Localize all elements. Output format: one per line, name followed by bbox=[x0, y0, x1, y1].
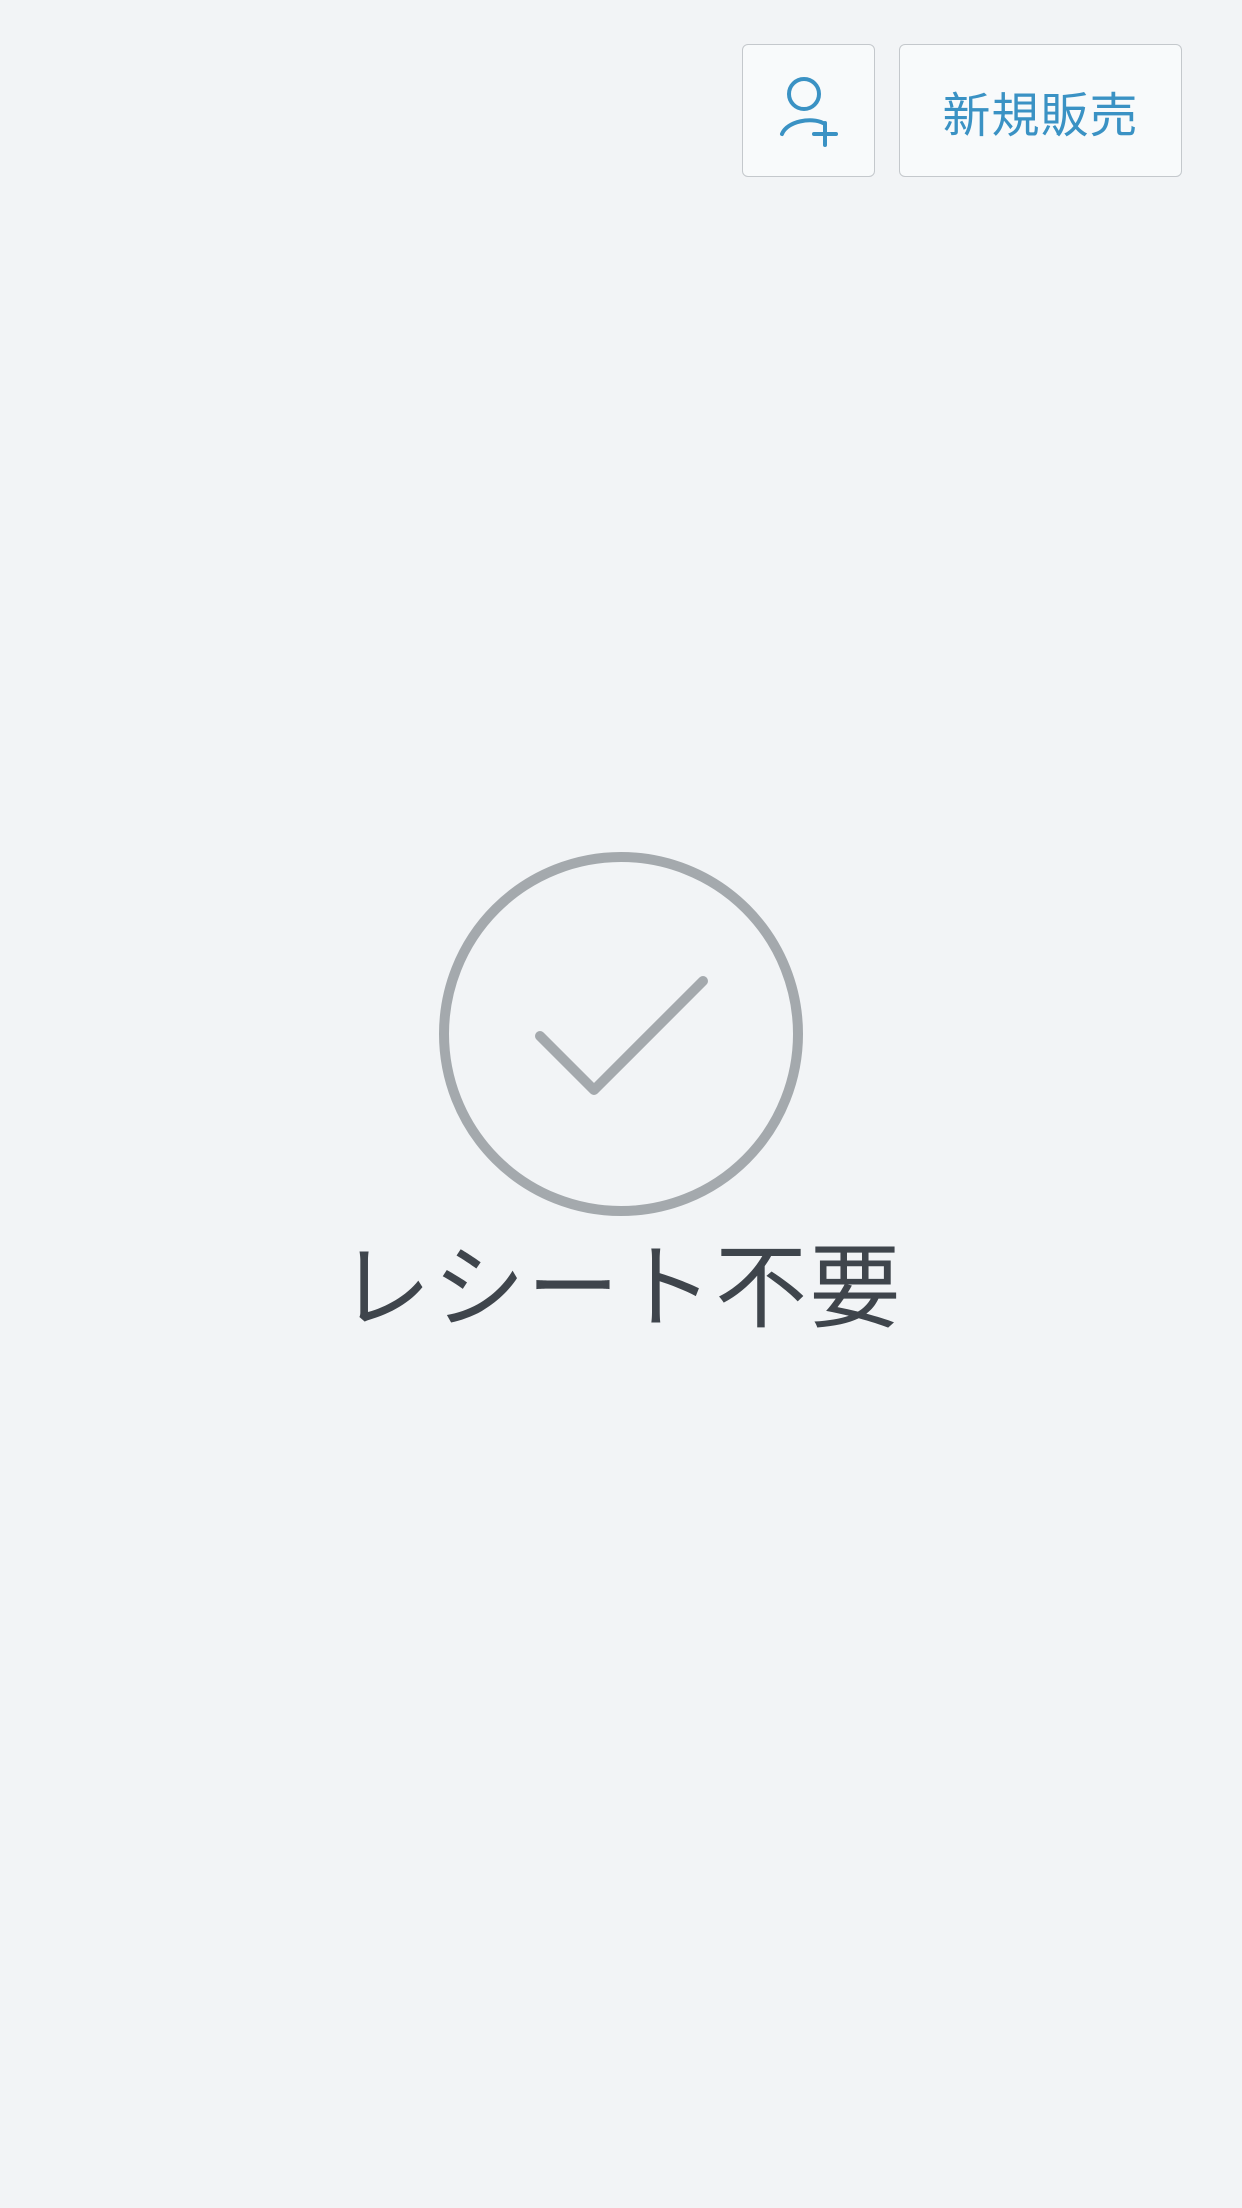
check-circle-icon bbox=[438, 851, 804, 1217]
top-actions: 新規販売 bbox=[742, 44, 1182, 177]
add-customer-button[interactable] bbox=[742, 44, 875, 177]
receipt-status: レシート不要 bbox=[0, 851, 1242, 1335]
status-label: レシート不要 bbox=[338, 1235, 903, 1342]
new-sale-button[interactable]: 新規販売 bbox=[899, 44, 1182, 177]
new-sale-label: 新規販売 bbox=[942, 87, 1139, 144]
person-add-icon bbox=[777, 75, 841, 147]
